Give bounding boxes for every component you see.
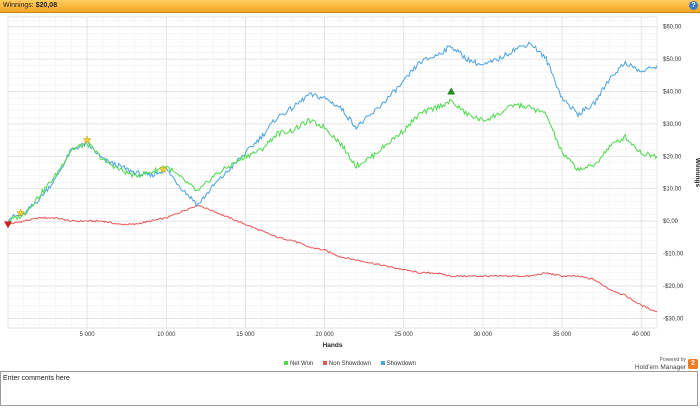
- brand-name: Hold'em Manager: [634, 364, 686, 371]
- y-tick-label: $30,00: [663, 122, 682, 128]
- powered-by: Powered by Hold'em Manager: [635, 357, 686, 371]
- y-tick-label: $50,00: [663, 57, 682, 63]
- chart-legend: Net Won Non Showdown Showdown: [0, 361, 700, 367]
- winnings-value: $20,08: [35, 2, 58, 9]
- x-tick-label: 35 000: [553, 332, 572, 338]
- x-tick-label: 25 000: [395, 332, 414, 338]
- x-tick-label: 5 000: [80, 332, 96, 338]
- hem-logo-icon: 2: [688, 359, 698, 369]
- y-tick-label: -$20,00: [663, 284, 684, 290]
- x-tick-label: 10 000: [157, 332, 176, 338]
- winnings-label: Winnings: $20,08: [3, 2, 58, 9]
- chart-svg: 5 000 10 000 15 000 20 000 25 000 30 000 35 00…: [4, 16, 700, 349]
- x-tick-label: 30 000: [474, 332, 493, 338]
- legend-item-showdown[interactable]: Showdown: [380, 361, 416, 367]
- powered-by-label: Powered by: [659, 357, 686, 363]
- y-tick-label: $20,00: [663, 154, 682, 160]
- y-axis-label: Winnings: [694, 158, 700, 188]
- x-tick-label: 40 000: [632, 332, 651, 338]
- x-axis-label: Hands: [323, 342, 343, 349]
- y-tick-label: $60,00: [663, 25, 682, 31]
- winnings-chart: 5 000 10 000 15 000 20 000 25 000 30 000 35 00…: [0, 13, 700, 353]
- legend-item-net-won[interactable]: Net Won: [284, 361, 313, 367]
- comments-field[interactable]: Enter comments here: [0, 371, 698, 406]
- help-icon[interactable]: ?: [689, 1, 698, 10]
- y-tick-label: -$30,00: [663, 316, 684, 322]
- legend-item-non-showdown[interactable]: Non Showdown: [322, 361, 371, 367]
- y-tick-label: -$10,00: [663, 251, 684, 257]
- legend-swatch-net-won: [284, 361, 289, 366]
- y-tick-label: $0,00: [663, 219, 679, 225]
- comments-placeholder: Enter comments here: [3, 375, 70, 382]
- plot-background: [7, 16, 658, 329]
- x-tick-label: 20 000: [315, 332, 334, 338]
- title-bar: Winnings: $20,08 ?: [0, 0, 700, 13]
- legend-swatch-showdown: [380, 361, 385, 366]
- x-tick-label: 15 000: [236, 332, 255, 338]
- y-tick-label: $40,00: [663, 90, 682, 96]
- y-tick-label: $10,00: [663, 187, 682, 193]
- legend-swatch-non-showdown: [322, 361, 327, 366]
